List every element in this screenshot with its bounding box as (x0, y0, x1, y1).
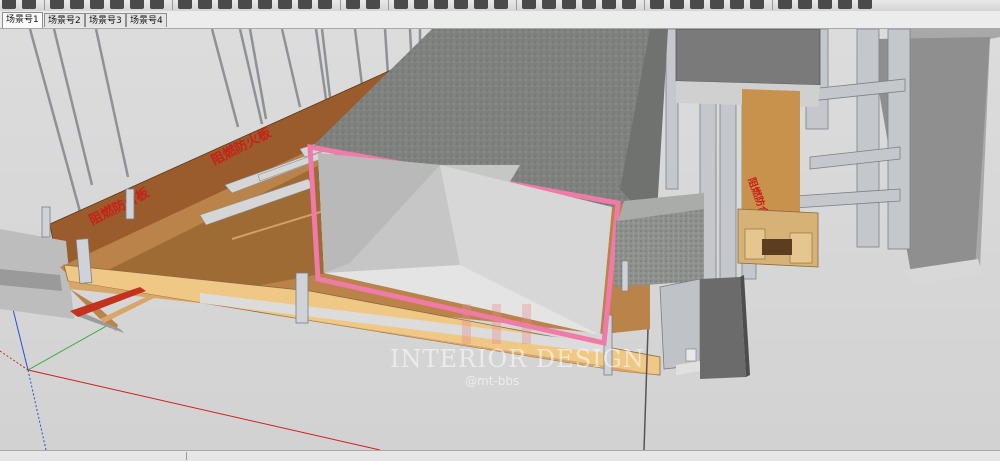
protractor-icon[interactable] (298, 0, 312, 9)
status-separator (186, 452, 187, 460)
styles-icon[interactable] (838, 0, 852, 9)
pan-icon[interactable] (434, 0, 448, 9)
toolbar-separator (388, 0, 389, 10)
shadows-icon[interactable] (858, 0, 872, 9)
right-view-icon[interactable] (582, 0, 596, 9)
zoom-icon[interactable] (454, 0, 468, 9)
back-view-icon[interactable] (602, 0, 616, 9)
materials-icon[interactable] (818, 0, 832, 9)
section-icon[interactable] (366, 0, 380, 9)
rotate-icon[interactable] (218, 0, 232, 9)
zoom-extents-icon[interactable] (494, 0, 508, 9)
arc-icon[interactable] (70, 0, 84, 9)
move-icon[interactable] (198, 0, 212, 9)
shaded-icon[interactable] (710, 0, 724, 9)
tab-scene-2[interactable]: 场景号2 (44, 13, 85, 27)
select-icon[interactable] (2, 0, 16, 9)
components-icon[interactable] (798, 0, 812, 9)
left-view-icon[interactable] (622, 0, 636, 9)
layers-icon[interactable] (778, 0, 792, 9)
scene-tabs: 场景号1 场景号2 场景号3 场景号4 (0, 11, 1000, 29)
watermark-title: INTERIOR DESIGN (390, 345, 645, 373)
status-bar (0, 450, 1000, 461)
toolbar-separator (772, 0, 773, 10)
toolbar-separator (340, 0, 341, 10)
scene-drawing: 阻燃防合板 阻燃防合板 阻燃防火板 INTERIOR DESIGN @mt-bb… (0, 29, 1000, 450)
freehand-icon[interactable] (90, 0, 104, 9)
axes-icon[interactable] (346, 0, 360, 9)
line-icon[interactable] (50, 0, 64, 9)
tab-scene-1[interactable]: 场景号1 (2, 12, 43, 28)
monochrome-icon[interactable] (750, 0, 764, 9)
toolbar-separator (44, 0, 45, 10)
watermark-handle: @mt-bbs (465, 374, 519, 388)
wireframe-icon[interactable] (670, 0, 684, 9)
toolbar-separator (516, 0, 517, 10)
toolbar-separator (172, 0, 173, 10)
tape-icon[interactable] (278, 0, 292, 9)
eraser-icon[interactable] (22, 0, 36, 9)
tab-scene-3[interactable]: 场景号3 (85, 13, 126, 27)
front-view-icon[interactable] (562, 0, 576, 9)
xray-icon[interactable] (650, 0, 664, 9)
toolbar-separator (644, 0, 645, 10)
scale-icon[interactable] (238, 0, 252, 9)
text-icon[interactable] (318, 0, 332, 9)
circle-icon[interactable] (130, 0, 144, 9)
textured-icon[interactable] (730, 0, 744, 9)
paint-icon[interactable] (394, 0, 408, 9)
top-view-icon[interactable] (542, 0, 556, 9)
offset-icon[interactable] (258, 0, 272, 9)
iso-view-icon[interactable] (522, 0, 536, 9)
pushpull-icon[interactable] (178, 0, 192, 9)
rectangle-icon[interactable] (110, 0, 124, 9)
model-viewport[interactable]: 阻燃防合板 阻燃防合板 阻燃防火板 INTERIOR DESIGN @mt-bb… (0, 29, 1000, 450)
polygon-icon[interactable] (150, 0, 164, 9)
orbit-icon[interactable] (414, 0, 428, 9)
hidden-line-icon[interactable] (690, 0, 704, 9)
zoom-window-icon[interactable] (474, 0, 488, 9)
tab-scene-4[interactable]: 场景号4 (126, 13, 167, 27)
